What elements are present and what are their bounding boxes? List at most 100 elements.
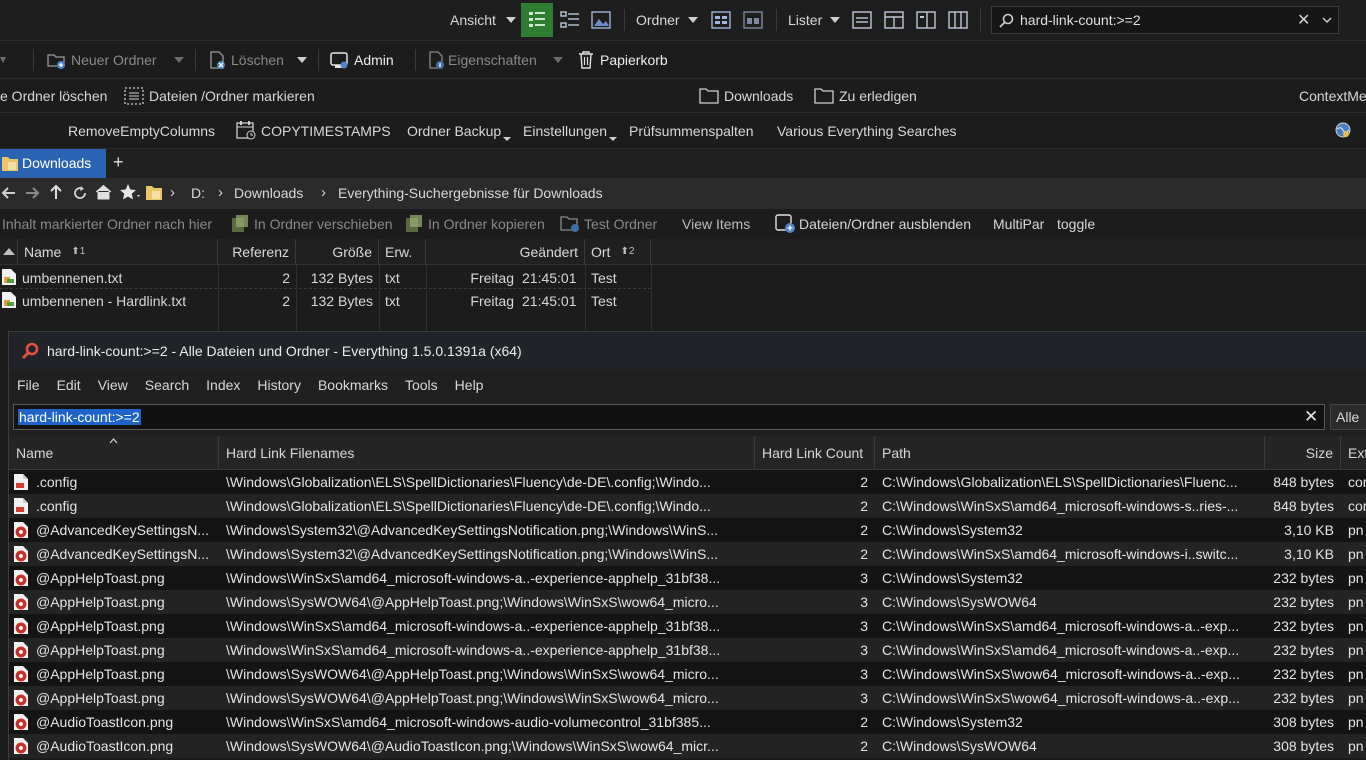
- menu-help[interactable]: Help: [455, 377, 484, 393]
- chevron-right-icon[interactable]: ›: [321, 184, 326, 201]
- checksum-columns-button[interactable]: Prüfsummenspalten: [629, 123, 754, 139]
- delete-folder-button[interactable]: e Ordner löschen: [0, 88, 107, 104]
- table-row[interactable]: @AppHelpToast.png \Windows\WinSxS\amd64_m…: [9, 566, 1366, 590]
- move-folder-icon[interactable]: [231, 214, 249, 233]
- column-size[interactable]: Größe: [296, 239, 379, 264]
- thumbnail-view-button[interactable]: [591, 10, 611, 33]
- settings-button[interactable]: Einstellungen: [523, 123, 607, 139]
- view-items-button[interactable]: View Items: [682, 216, 750, 232]
- column-name[interactable]: Name: [9, 436, 219, 470]
- everything-searches-button[interactable]: Various Everything Searches: [777, 123, 957, 139]
- column-ext[interactable]: Ext: [1341, 436, 1366, 470]
- test-folder-icon[interactable]: [560, 214, 580, 233]
- calendar-icon[interactable]: [236, 120, 256, 143]
- back-arrow-icon[interactable]: [1, 185, 17, 201]
- clear-search-icon[interactable]: ✕: [1297, 10, 1310, 30]
- column-path[interactable]: Path: [875, 436, 1265, 470]
- chevron-right-icon[interactable]: ›: [170, 184, 175, 201]
- table-row[interactable]: .config \Windows\Globalization\ELS\SpellD…: [9, 470, 1366, 494]
- table-row[interactable]: @AudioToastIcon.png \Windows\SysWOW64\@Au…: [9, 734, 1366, 758]
- mark-files-icon[interactable]: [124, 87, 144, 108]
- breadcrumb-drive[interactable]: D:: [191, 185, 205, 201]
- favorite-star-icon[interactable]: [119, 183, 141, 202]
- view-dropdown-icon[interactable]: [506, 17, 516, 23]
- new-folder-button[interactable]: Neuer Ordner: [71, 52, 157, 68]
- everything-search-input[interactable]: hard-link-count:>=2: [18, 409, 141, 425]
- hide-items-button[interactable]: Dateien/Ordner ausblenden: [799, 216, 971, 232]
- table-row[interactable]: @AppHelpToast.png \Windows\SysWOW64\@AppH…: [9, 686, 1366, 710]
- xyplorer-search-input[interactable]: hard-link-count:>=2: [1020, 12, 1141, 28]
- move-contents-button[interactable]: Inhalt markierter Ordner nach hier: [2, 216, 212, 232]
- folder-dropdown-icon[interactable]: [688, 17, 698, 23]
- table-row[interactable]: .config \Windows\Globalization\ELS\SpellD…: [9, 494, 1366, 518]
- table-row[interactable]: @AdvancedKeySettingsN... \Windows\System3…: [9, 542, 1366, 566]
- multipar-button[interactable]: MultiPar: [993, 216, 1044, 232]
- column-reference[interactable]: Referenz: [218, 239, 296, 264]
- menu-view[interactable]: View: [98, 377, 128, 393]
- lister-dropdown-icon[interactable]: [830, 17, 840, 23]
- menu-tools[interactable]: Tools: [405, 377, 438, 393]
- test-folder-button[interactable]: Test Ordner: [584, 216, 657, 232]
- menu-index[interactable]: Index: [206, 377, 240, 393]
- table-row[interactable]: @AppHelpToast.png \Windows\SysWOW64\@AppH…: [9, 590, 1366, 614]
- admin-icon[interactable]: [329, 50, 349, 73]
- delete-icon[interactable]: [207, 50, 227, 73]
- admin-button[interactable]: Admin: [354, 52, 394, 68]
- xyplorer-search-box[interactable]: hard-link-count:>=2 ✕: [991, 6, 1339, 34]
- details-view-button[interactable]: [521, 3, 553, 37]
- menu-search[interactable]: Search: [145, 377, 189, 393]
- table-row[interactable]: @AppHelpToast.png \Windows\WinSxS\amd64_m…: [9, 614, 1366, 638]
- table-row[interactable]: umbennenen.txt 2 132 Bytes txt Freitag 2…: [0, 266, 651, 289]
- remove-empty-columns-button[interactable]: RemoveEmptyColumns: [68, 123, 215, 139]
- column-size[interactable]: Size: [1265, 436, 1341, 470]
- folder-icon[interactable]: [814, 87, 834, 107]
- menu-bookmarks[interactable]: Bookmarks: [318, 377, 388, 393]
- context-menu-button[interactable]: ContextMe: [1299, 88, 1366, 104]
- forward-arrow-icon[interactable]: [24, 185, 40, 201]
- todo-shortcut-button[interactable]: Zu erledigen: [839, 88, 917, 104]
- table-row[interactable]: @AppHelpToast.png \Windows\WinSxS\amd64_m…: [9, 638, 1366, 662]
- delete-button[interactable]: Löschen: [231, 52, 284, 68]
- everything-title-bar[interactable]: hard-link-count:>=2 - Alle Dateien und O…: [9, 332, 1366, 370]
- table-row[interactable]: @AudioToastIcon.png \Windows\WinSxS\amd64…: [9, 710, 1366, 734]
- view-menu-label[interactable]: Ansicht: [450, 12, 496, 28]
- folder-menu-label[interactable]: Ordner: [636, 12, 680, 28]
- breadcrumb-current[interactable]: Everything-Suchergebnisse für Downloads: [338, 185, 603, 201]
- column-hard-link-count[interactable]: Hard Link Count: [755, 436, 875, 470]
- column-ext[interactable]: Erw.: [379, 239, 426, 264]
- everything-search-box[interactable]: hard-link-count:>=2 ✕: [13, 404, 1325, 430]
- folder-icon[interactable]: [699, 87, 719, 107]
- globe-icon[interactable]: [1334, 121, 1352, 142]
- chevron-right-icon[interactable]: ›: [218, 184, 223, 201]
- column-hard-link-filenames[interactable]: Hard Link Filenames: [219, 436, 755, 470]
- mark-files-button[interactable]: Dateien /Ordner markieren: [149, 88, 315, 104]
- properties-button[interactable]: Eigenschaften: [448, 52, 537, 68]
- table-row[interactable]: umbennenen - Hardlink.txt 2 132 Bytes tx…: [0, 289, 651, 312]
- downloads-shortcut-button[interactable]: Downloads: [724, 88, 793, 104]
- add-tab-button[interactable]: +: [113, 152, 124, 173]
- menu-file[interactable]: File: [17, 377, 40, 393]
- layout-button-b[interactable]: [884, 11, 904, 32]
- folder-backup-button[interactable]: Ordner Backup: [407, 123, 501, 139]
- folder-layout-button-1[interactable]: [711, 11, 731, 32]
- table-row[interactable]: @AdvancedKeySettingsN... \Windows\System3…: [9, 518, 1366, 542]
- copy-to-folder-button[interactable]: In Ordner kopieren: [428, 216, 545, 232]
- properties-icon[interactable]: [426, 50, 446, 73]
- copy-folder-icon[interactable]: [405, 214, 423, 233]
- folder-layout-button-2[interactable]: [743, 11, 763, 32]
- hide-items-icon[interactable]: [774, 213, 796, 234]
- lister-menu-label[interactable]: Lister: [788, 12, 822, 28]
- column-modified[interactable]: Geändert: [426, 239, 585, 264]
- tree-view-button[interactable]: [560, 10, 580, 33]
- select-all-toggle[interactable]: [0, 239, 18, 264]
- column-location[interactable]: Ort ⬆ 2: [585, 239, 651, 264]
- refresh-icon[interactable]: [72, 185, 88, 201]
- recycle-bin-button[interactable]: Papierkorb: [600, 52, 668, 68]
- breadcrumb-downloads[interactable]: Downloads: [234, 185, 303, 201]
- column-name[interactable]: Name ⬆ 1: [18, 239, 218, 264]
- clear-search-icon[interactable]: ✕: [1304, 407, 1318, 427]
- table-row[interactable]: @AppHelpToast.png \Windows\SysWOW64\@AppH…: [9, 662, 1366, 686]
- menu-history[interactable]: History: [257, 377, 301, 393]
- new-folder-icon[interactable]: [46, 50, 66, 73]
- copy-timestamps-button[interactable]: COPYTIMESTAMPS: [261, 123, 391, 139]
